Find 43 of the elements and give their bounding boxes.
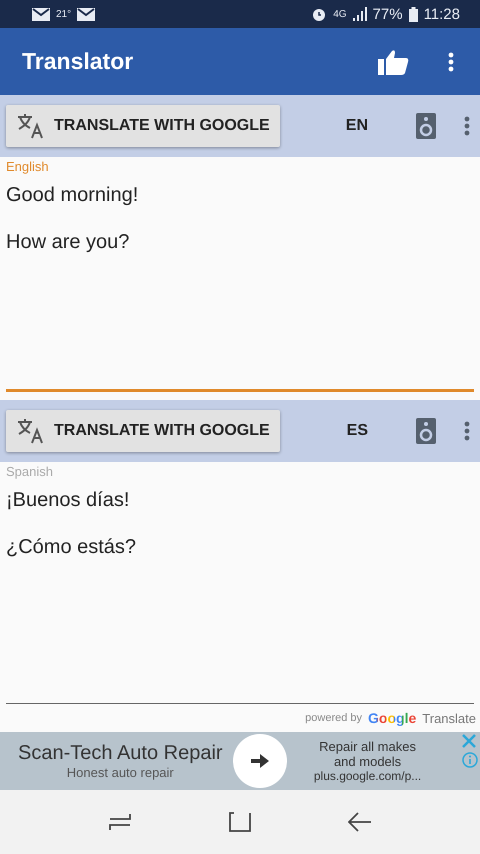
text-line: How are you? (6, 231, 130, 254)
text-area[interactable]: ¡Buenos días! ¿Cómo estás? (6, 479, 474, 704)
translate-button[interactable]: TRANSLATE WITH GOOGLE (6, 105, 280, 147)
thumbs-up-icon (378, 48, 410, 74)
home-icon[interactable] (228, 812, 251, 832)
language-label: Spanish (6, 464, 53, 479)
more-icon (464, 421, 470, 441)
ad-text: Repair all makes and models (318, 739, 417, 769)
battery-icon (408, 6, 418, 22)
clock: 11:28 (424, 6, 460, 22)
alarm-icon (311, 6, 328, 22)
ad-subtitle: Honest auto repair (66, 765, 174, 780)
ad-url: plus.google.com/p... (314, 769, 422, 783)
ad-arrow-button[interactable] (232, 734, 287, 788)
translate-icon (16, 113, 46, 139)
arrow-icon (250, 754, 269, 768)
google-logo: Google (368, 710, 416, 726)
speaker-icon (416, 113, 436, 139)
app-title: Translator (22, 48, 134, 75)
language-code[interactable]: ES (340, 421, 374, 441)
powered-by-label: powered by (305, 712, 362, 724)
signal-icon (352, 7, 367, 21)
more-icon (448, 52, 454, 72)
more-icon (464, 116, 470, 136)
language-label: English (6, 159, 49, 174)
temperature: 21° (56, 8, 72, 20)
ad-banner[interactable]: Scan-Tech Auto Repair Honest auto repair Repair all makes and models plus.google.com/p... (0, 732, 480, 790)
text-line: ¡Buenos días! (6, 489, 130, 512)
battery-percent: 77% (372, 6, 403, 22)
translate-icon (16, 418, 46, 444)
mail-icon (32, 8, 50, 20)
mail-icon (77, 8, 96, 20)
translate-label: Translate (422, 710, 476, 726)
language-code[interactable]: EN (340, 116, 374, 136)
network-type: 4G (333, 8, 347, 20)
translate-button[interactable]: TRANSLATE WITH GOOGLE (6, 410, 280, 452)
speaker-icon (416, 418, 436, 444)
text-area[interactable]: Good morning! How are you? (6, 174, 474, 392)
back-icon[interactable] (348, 812, 372, 832)
ad-title: Scan-Tech Auto Repair (18, 742, 223, 765)
recent-apps-icon[interactable] (108, 813, 132, 831)
text-line: Good morning! (6, 184, 138, 207)
text-line: ¿Cómo estás? (6, 536, 136, 559)
